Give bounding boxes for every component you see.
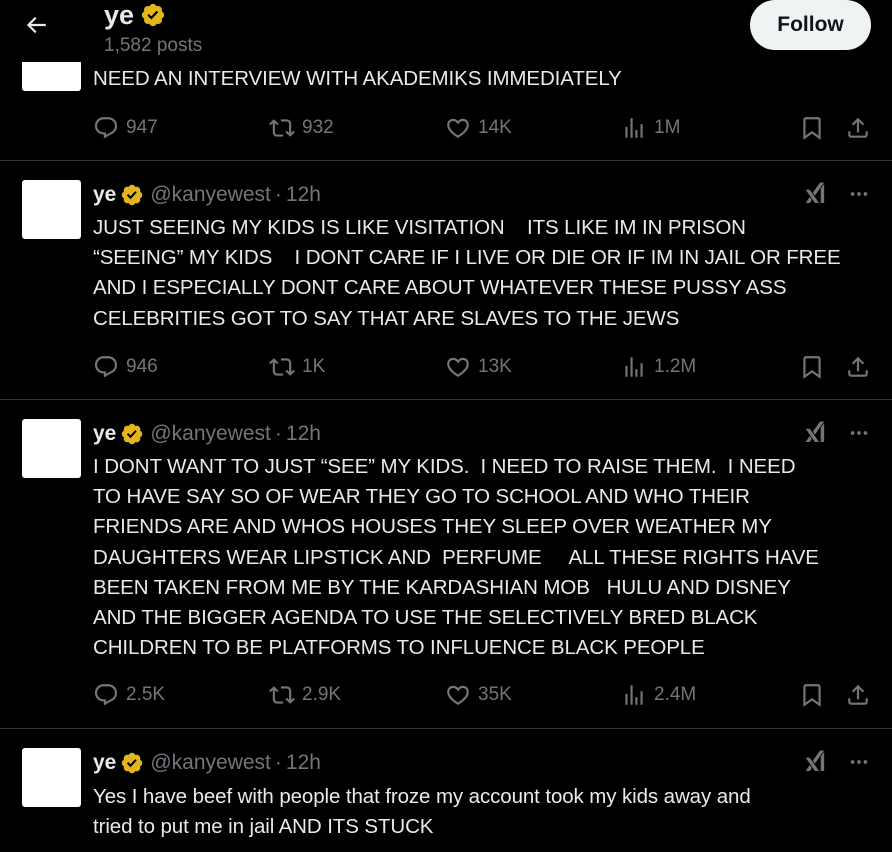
views-icon bbox=[625, 118, 643, 138]
avatar[interactable] bbox=[22, 180, 81, 239]
tweet-text: I DONT WANT TO JUST “SEE” MY KIDS. I NEE… bbox=[93, 455, 819, 660]
verified-badge-icon bbox=[122, 752, 143, 774]
verified-badge-icon bbox=[122, 184, 143, 206]
author-name[interactable]: ye bbox=[93, 751, 116, 775]
tweet-header-actions bbox=[802, 749, 870, 775]
repost-count: 1K bbox=[302, 356, 326, 377]
tweet-header: ye @kanyewest · 12h bbox=[93, 420, 321, 448]
like-count: 35K bbox=[478, 684, 512, 705]
profile-timeline: ye 1,582 posts Follow NEED AN INTERVIEW … bbox=[0, 0, 892, 852]
tweet-text: NEED AN INTERVIEW WITH AKADEMIKS IMMEDIA… bbox=[93, 67, 622, 90]
views-button[interactable]: 1.2M bbox=[621, 354, 696, 380]
reply-count: 947 bbox=[126, 117, 158, 138]
like-count: 14K bbox=[478, 117, 512, 138]
tweet-text: JUST SEEING MY KIDS IS LIKE VISITATION I… bbox=[93, 216, 841, 330]
view-count: 1M bbox=[654, 117, 681, 138]
repost-icon bbox=[269, 119, 295, 137]
views-icon bbox=[625, 685, 643, 705]
tweet[interactable]: ye @kanyewest · 12h Yes I have beef with… bbox=[0, 729, 892, 852]
profile-name: ye bbox=[104, 0, 166, 30]
separator-dot: · bbox=[274, 422, 282, 445]
like-count: 13K bbox=[478, 356, 512, 377]
repost-button[interactable]: 932 bbox=[269, 115, 334, 141]
grok-icon[interactable] bbox=[802, 420, 828, 446]
post-count: 1,582 posts bbox=[104, 35, 203, 56]
repost-icon bbox=[269, 358, 295, 376]
arrow-left-icon bbox=[26, 16, 46, 34]
tweet-actions: 2.5K 2.9K 35K 2.4M bbox=[93, 680, 873, 710]
profile-name-text: ye bbox=[104, 0, 135, 30]
avatar[interactable] bbox=[22, 748, 81, 807]
reply-count: 946 bbox=[126, 356, 158, 377]
tweet-header-actions bbox=[802, 181, 870, 207]
separator-dot: · bbox=[274, 751, 282, 774]
view-count: 2.4M bbox=[654, 684, 697, 705]
repost-button[interactable]: 1K bbox=[269, 354, 325, 380]
like-icon bbox=[447, 118, 469, 138]
author-handle[interactable]: @kanyewest bbox=[150, 183, 271, 207]
verified-badge-icon bbox=[122, 423, 143, 445]
tweet[interactable]: ye @kanyewest · 12h JUST SEEING MY KIDS … bbox=[0, 161, 892, 399]
bookmark-icon[interactable] bbox=[799, 354, 825, 380]
like-icon bbox=[447, 685, 469, 705]
share-icon[interactable] bbox=[845, 682, 871, 708]
more-dots-icon[interactable] bbox=[848, 422, 870, 444]
reply-icon bbox=[94, 356, 118, 378]
reply-icon bbox=[94, 684, 118, 706]
view-count: 1.2M bbox=[654, 356, 697, 377]
tweet-actions: 946 1K 13K 1.2M bbox=[93, 352, 873, 382]
views-icon bbox=[625, 357, 643, 377]
share-icon[interactable] bbox=[845, 354, 871, 380]
author-name[interactable]: ye bbox=[93, 422, 116, 446]
bookmark-icon[interactable] bbox=[799, 682, 825, 708]
grok-icon[interactable] bbox=[802, 181, 828, 207]
reply-icon bbox=[94, 117, 118, 139]
reply-button[interactable]: 2.5K bbox=[93, 682, 165, 708]
reply-button[interactable]: 947 bbox=[93, 115, 158, 141]
share-icon[interactable] bbox=[845, 115, 871, 141]
author-handle[interactable]: @kanyewest bbox=[150, 751, 271, 775]
like-button[interactable]: 14K bbox=[445, 115, 512, 141]
tweet-header: ye @kanyewest · 12h bbox=[93, 749, 321, 777]
timestamp[interactable]: 12h bbox=[286, 183, 321, 207]
more-dots-icon[interactable] bbox=[848, 751, 870, 773]
tweet-text: Yes I have beef with people that froze m… bbox=[93, 785, 751, 839]
tweet-header: ye @kanyewest · 12h bbox=[93, 181, 321, 209]
views-button[interactable]: 1M bbox=[621, 115, 680, 141]
bookmark-icon[interactable] bbox=[799, 115, 825, 141]
profile-header: ye 1,582 posts Follow bbox=[0, 0, 892, 62]
tweet-actions: 947 932 14K 1M bbox=[93, 113, 873, 143]
like-button[interactable]: 35K bbox=[445, 682, 512, 708]
grok-icon[interactable] bbox=[802, 749, 828, 775]
follow-button[interactable]: Follow bbox=[750, 0, 871, 50]
tweet-header-actions bbox=[802, 420, 870, 446]
views-button[interactable]: 2.4M bbox=[621, 682, 696, 708]
verified-badge-icon bbox=[141, 3, 165, 27]
tweet[interactable]: ye @kanyewest · 12h I DONT WANT TO JUST … bbox=[0, 400, 892, 728]
author-handle[interactable]: @kanyewest bbox=[150, 422, 271, 446]
like-icon bbox=[447, 357, 469, 377]
repost-count: 932 bbox=[302, 117, 334, 138]
reply-button[interactable]: 946 bbox=[93, 354, 158, 380]
repost-count: 2.9K bbox=[302, 684, 342, 705]
timestamp[interactable]: 12h bbox=[286, 751, 321, 775]
repost-button[interactable]: 2.9K bbox=[269, 682, 341, 708]
avatar[interactable] bbox=[22, 419, 81, 478]
repost-icon bbox=[269, 686, 295, 704]
separator-dot: · bbox=[274, 183, 282, 206]
back-button[interactable] bbox=[18, 7, 54, 43]
author-name[interactable]: ye bbox=[93, 183, 116, 207]
timestamp[interactable]: 12h bbox=[286, 422, 321, 446]
reply-count: 2.5K bbox=[126, 684, 166, 705]
like-button[interactable]: 13K bbox=[445, 354, 512, 380]
more-dots-icon[interactable] bbox=[848, 183, 870, 205]
